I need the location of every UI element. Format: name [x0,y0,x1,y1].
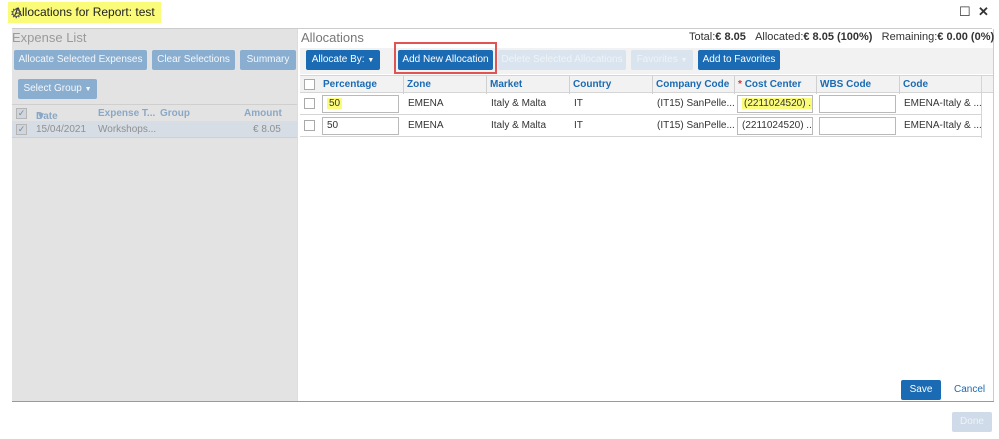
wbs-code-column-header[interactable]: WBS Code [820,79,871,90]
row-code: EMENA-Italy & ... [904,120,982,131]
chevron-down-icon: ▼ [367,57,375,64]
select-all-allocations-checkbox[interactable] [304,79,315,90]
done-button[interactable]: Done [952,412,992,432]
dialog-title: Allocations for Report: test [8,2,161,23]
cost-center-column-header[interactable]: * Cost Center [738,79,801,90]
table-row[interactable]: ✓ 15/04/2021 Workshops... € 8.05 [12,121,297,138]
group-column-header[interactable]: Group [160,108,190,119]
wbs-code-input[interactable] [819,95,896,113]
row-country: IT [574,120,583,131]
row-market: Italy & Malta [491,120,547,131]
zone-column-header[interactable]: Zone [407,79,431,90]
cancel-link[interactable]: Cancel [954,384,985,395]
allocate-by-button[interactable]: Allocate By: ▼ [306,50,380,70]
cost-center-input[interactable]: (2211024520) ... [737,95,813,113]
expense-type-column-header[interactable]: Expense T... [98,108,155,119]
percentage-input[interactable]: 50 [322,95,399,113]
annotation-highlight-box [394,42,497,74]
market-column-header[interactable]: Market [490,79,522,90]
expense-list-header: ✓ Date ▼ Expense T... Group Amount [12,104,297,122]
chevron-down-icon: ▼ [680,57,688,64]
row-amount: € 8.05 [253,124,281,135]
code-column-header[interactable]: Code [903,79,928,90]
table-row[interactable]: 50 EMENA Italy & Malta IT (IT15) SanPell… [300,93,982,115]
grid-right-border [981,75,982,138]
amount-column-header[interactable]: Amount [244,108,282,119]
add-to-favorites-button[interactable]: Add to Favorites [698,50,780,70]
maximize-icon[interactable]: ☐ [959,4,971,20]
row-checkbox[interactable]: ✓ [16,124,27,135]
row-checkbox[interactable] [304,98,315,109]
wbs-code-input[interactable] [819,117,896,135]
summary-button[interactable]: Summary [240,50,296,70]
delete-selected-allocations-button[interactable]: Delete Selected Allocations [498,50,626,70]
company-code-column-header[interactable]: Company Code [656,79,729,90]
row-zone: EMENA [408,98,444,109]
table-row[interactable]: 50 EMENA Italy & Malta IT (IT15) SanPell… [300,115,982,137]
row-date: 15/04/2021 [36,124,87,135]
country-column-header[interactable]: Country [573,79,611,90]
cost-center-input[interactable]: (2211024520) ... [737,117,813,135]
select-all-checkbox[interactable]: ✓ [16,108,27,119]
row-market: Italy & Malta [491,98,547,109]
row-checkbox[interactable] [304,120,315,131]
bottom-divider [12,401,994,402]
percentage-input[interactable]: 50 [322,117,399,135]
row-expense-type: Workshops... [98,124,157,135]
select-group-button[interactable]: Select Group ▼ [18,79,97,99]
expense-list-title: Expense List [12,30,87,45]
row-company-code: (IT15) SanPelle... [657,98,735,109]
row-company-code: (IT15) SanPelle... [657,120,735,131]
allocations-grid-header: Percentage Zone Market Country Company C… [300,75,993,94]
allocate-selected-expenses-button[interactable]: Allocate Selected Expenses [14,50,147,70]
chevron-down-icon: ▼ [84,86,92,93]
close-icon[interactable]: ✕ [978,4,989,20]
totals-summary: Total:€ 8.05 Allocated:€ 8.05 (100%) Rem… [689,31,995,43]
row-zone: EMENA [408,120,444,131]
row-country: IT [574,98,583,109]
row-code: EMENA-Italy & ... [904,98,982,109]
gear-icon: ⚙ [10,5,23,21]
favorites-button[interactable]: Favorites ▼ [631,50,693,70]
clear-selections-button[interactable]: Clear Selections [152,50,235,70]
percentage-column-header[interactable]: Percentage [323,79,377,90]
save-button[interactable]: Save [901,380,941,400]
allocations-title: Allocations [301,30,364,45]
